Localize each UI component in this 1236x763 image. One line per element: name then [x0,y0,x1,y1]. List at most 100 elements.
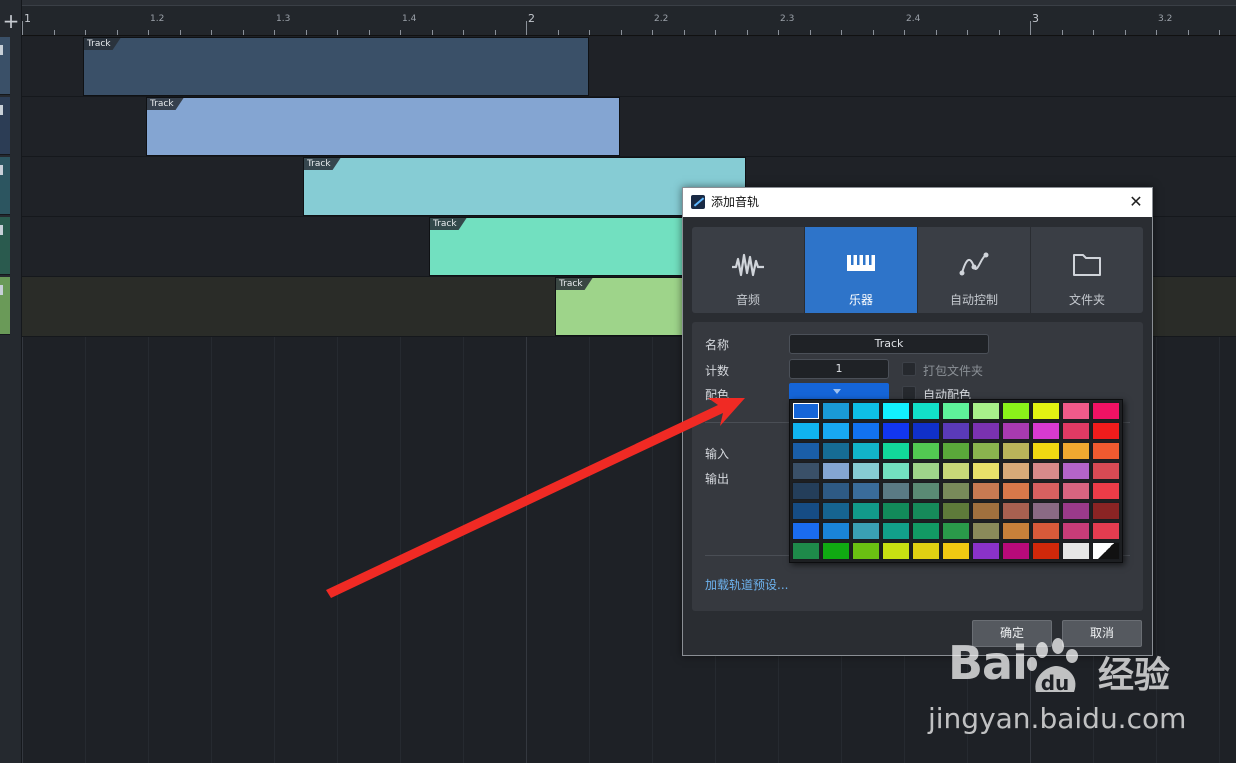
color-swatch[interactable] [912,462,940,480]
auto-color-checkbox[interactable] [902,386,916,400]
color-swatch[interactable] [792,482,820,500]
add-track-button[interactable]: + [0,8,22,36]
color-swatch[interactable] [1002,542,1030,560]
color-swatch[interactable] [792,522,820,540]
color-swatch[interactable] [792,502,820,520]
name-field[interactable]: Track [789,334,989,354]
color-swatch[interactable] [882,402,910,420]
close-icon[interactable]: ✕ [1126,192,1146,212]
color-swatch[interactable] [822,462,850,480]
color-swatch[interactable] [1062,422,1090,440]
count-field[interactable]: 1 [789,359,889,379]
color-swatch[interactable] [1032,442,1060,460]
color-swatch[interactable] [852,482,880,500]
color-swatch[interactable] [1092,442,1120,460]
color-swatch[interactable] [972,402,1000,420]
color-swatch[interactable] [972,522,1000,540]
color-swatch[interactable] [1032,422,1060,440]
track-clip-3[interactable]: Track [303,157,746,216]
color-swatch[interactable] [1062,502,1090,520]
color-swatch[interactable] [942,402,970,420]
color-swatch[interactable] [882,542,910,560]
color-swatch[interactable] [1032,482,1060,500]
color-swatch[interactable] [1002,462,1030,480]
color-swatch[interactable] [1092,502,1120,520]
color-swatch[interactable] [882,442,910,460]
color-swatch[interactable] [942,442,970,460]
color-swatch[interactable] [852,542,880,560]
color-swatch[interactable] [882,482,910,500]
color-swatch[interactable] [1062,462,1090,480]
color-swatch[interactable] [792,462,820,480]
color-swatch[interactable] [942,462,970,480]
pack-folder-checkbox[interactable] [902,362,916,376]
color-swatch[interactable] [912,542,940,560]
color-swatch[interactable] [912,422,940,440]
color-swatch[interactable] [972,542,1000,560]
color-swatch[interactable] [912,402,940,420]
color-swatch[interactable] [822,502,850,520]
color-swatch[interactable] [852,402,880,420]
color-swatch[interactable] [852,422,880,440]
timeline-ruler[interactable]: 1 1.2 1.3 1.4 2 2.2 2.3 2.4 3 3.2 [22,0,1236,36]
color-swatch[interactable] [942,542,970,560]
tab-audio[interactable]: 音频 [692,227,805,313]
color-swatch[interactable] [1062,482,1090,500]
color-swatch[interactable] [1092,522,1120,540]
color-swatch[interactable] [972,502,1000,520]
color-swatch[interactable] [792,422,820,440]
color-swatch[interactable] [1032,522,1060,540]
color-swatch[interactable] [912,522,940,540]
color-swatch[interactable] [1002,442,1030,460]
color-swatch[interactable] [1092,422,1120,440]
color-swatch[interactable] [1092,402,1120,420]
color-swatch[interactable] [1062,522,1090,540]
color-swatch[interactable] [822,482,850,500]
color-swatch[interactable] [942,422,970,440]
color-swatch[interactable] [882,522,910,540]
track-clip-2[interactable]: Track [146,97,620,156]
color-swatch[interactable] [972,422,1000,440]
color-swatch[interactable] [942,482,970,500]
track-header-4[interactable] [0,217,10,275]
color-swatch[interactable] [972,442,1000,460]
color-swatch[interactable] [822,402,850,420]
color-swatch[interactable] [1062,402,1090,420]
color-swatch[interactable] [972,482,1000,500]
color-swatch[interactable] [1092,482,1120,500]
color-swatch[interactable] [912,502,940,520]
color-swatch[interactable] [1032,542,1060,560]
color-swatch[interactable] [1002,482,1030,500]
track-header-1[interactable] [0,37,10,95]
tab-folder[interactable]: 文件夹 [1031,227,1143,313]
track-header-5[interactable] [0,277,10,335]
color-swatch[interactable] [912,482,940,500]
color-swatch[interactable] [822,542,850,560]
tab-automation[interactable]: 自动控制 [918,227,1031,313]
color-swatch[interactable] [882,422,910,440]
color-swatch[interactable] [792,542,820,560]
color-swatch[interactable] [852,522,880,540]
color-swatch[interactable] [1032,462,1060,480]
track-clip-1[interactable]: Track [83,37,589,96]
no-color-swatch[interactable] [1092,542,1120,560]
color-swatch[interactable] [912,442,940,460]
track-header-2[interactable] [0,97,10,155]
color-swatch[interactable] [882,502,910,520]
color-swatch[interactable] [822,442,850,460]
color-swatch[interactable] [822,522,850,540]
color-swatch[interactable] [942,522,970,540]
color-swatch[interactable] [852,442,880,460]
color-swatch[interactable] [1092,462,1120,480]
color-swatch[interactable] [1002,502,1030,520]
track-header-3[interactable] [0,157,10,215]
tab-instrument[interactable]: 乐器 [805,227,918,313]
color-swatch[interactable] [792,402,820,420]
color-swatch[interactable] [882,462,910,480]
color-swatch[interactable] [1002,402,1030,420]
color-swatch[interactable] [1032,402,1060,420]
color-swatch[interactable] [1002,522,1030,540]
color-swatch[interactable] [852,502,880,520]
dialog-title-bar[interactable]: 添加音轨 ✕ [683,188,1152,217]
color-swatch[interactable] [1032,502,1060,520]
